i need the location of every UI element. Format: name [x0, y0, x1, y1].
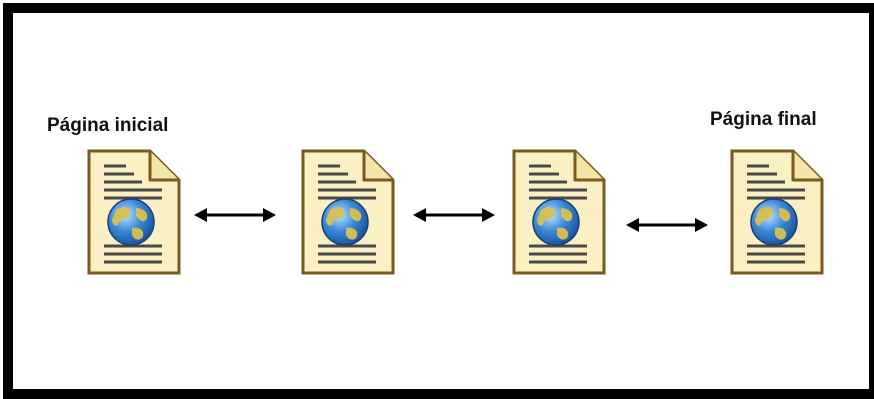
- web-document-icon: [300, 148, 396, 276]
- bidirectional-arrow-icon: [194, 205, 276, 225]
- bidirectional-arrow-icon: [626, 215, 708, 235]
- start-page-label: Página inicial: [47, 115, 169, 136]
- web-document-icon: [86, 148, 182, 276]
- web-document-icon: [729, 148, 825, 276]
- bidirectional-arrow-icon: [413, 205, 495, 225]
- end-page-label: Página final: [710, 109, 817, 130]
- web-document-icon: [511, 148, 607, 276]
